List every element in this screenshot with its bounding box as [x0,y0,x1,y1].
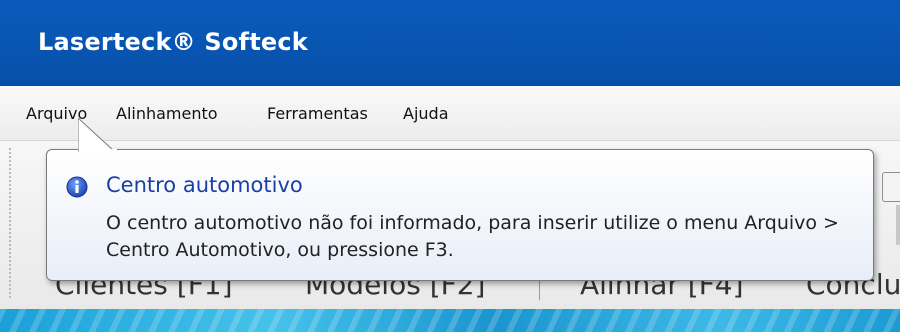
tooltip-title: Centro automotivo [106,173,303,197]
info-icon [66,176,88,198]
tooltip-message: O centro automotivo não foi informado, p… [106,212,839,261]
app-title: Laserteck® Softeck [38,28,308,56]
menu-alinhamento[interactable]: Alinhamento [116,104,218,123]
background-image [0,309,900,332]
toolbar-grip[interactable] [9,148,15,298]
menu-ferramentas[interactable]: Ferramentas [267,104,368,123]
toolbar-button[interactable] [882,172,900,202]
menu-ajuda[interactable]: Ajuda [403,104,449,123]
toolbar-edge [896,205,900,245]
